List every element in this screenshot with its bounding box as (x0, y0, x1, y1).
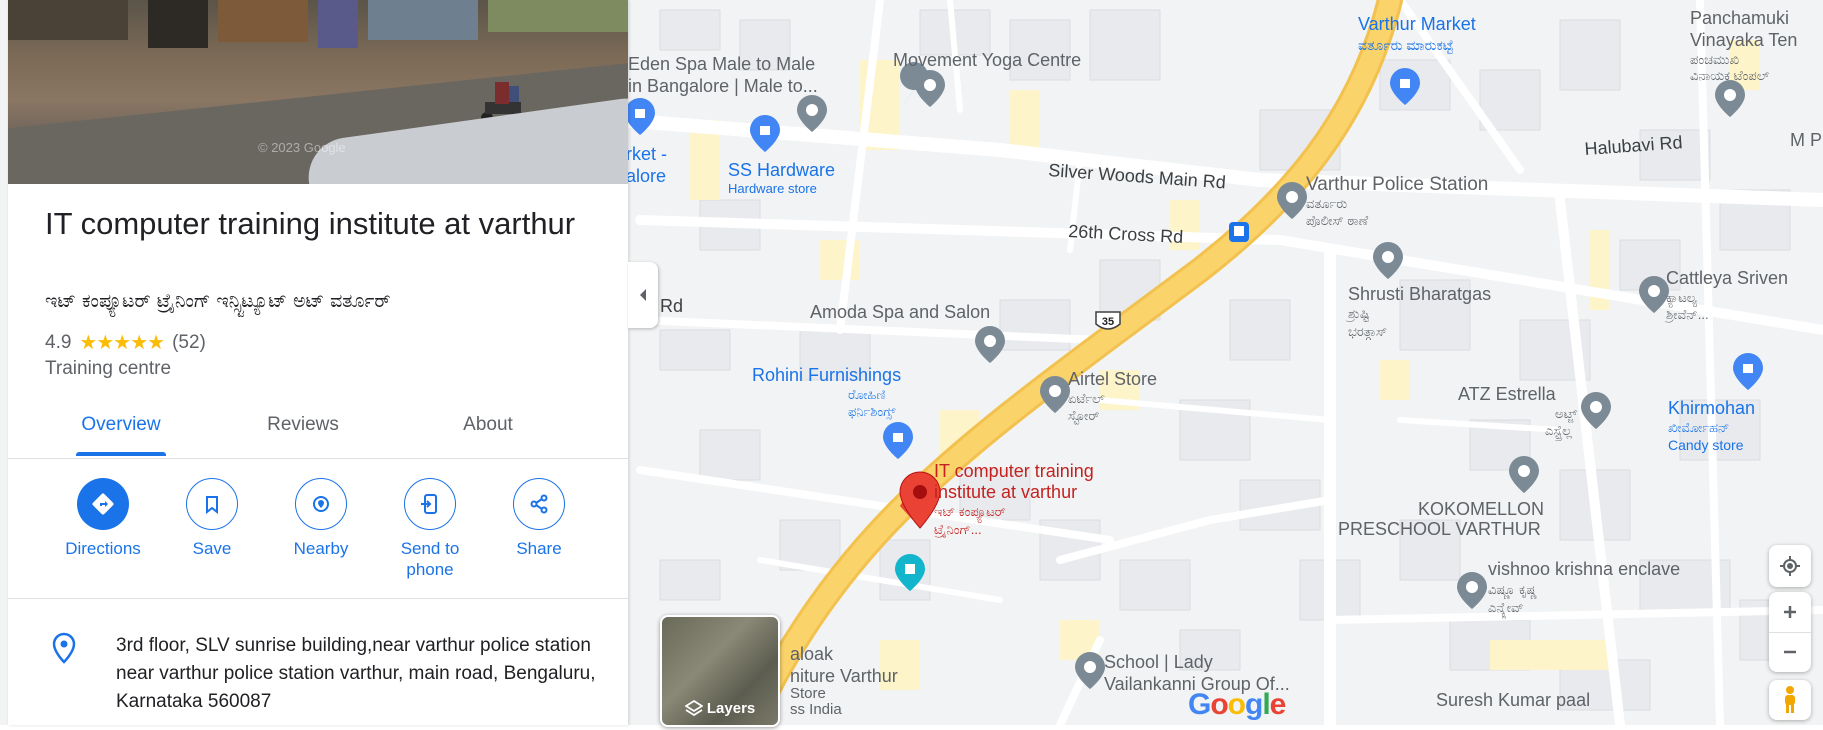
rating-value: 4.9 (45, 331, 72, 353)
svg-text:Khirmohan: Khirmohan (1668, 398, 1755, 418)
svg-text:institute at varthur: institute at varthur (934, 482, 1077, 502)
place-panel: © 2023 Google IT computer training insti… (8, 0, 628, 725)
send-to-phone-icon (404, 478, 456, 530)
svg-text:Candy store: Candy store (1668, 437, 1744, 453)
svg-text:Eden Spa Male to Male: Eden Spa Male to Male (628, 54, 815, 74)
svg-text:ss India: ss India (790, 701, 842, 718)
svg-text:alore: alore (626, 166, 666, 186)
svg-text:ಏರ್ಟೆಲ್: ಏರ್ಟೆಲ್ (1068, 391, 1105, 406)
pegman-icon (1785, 686, 1795, 713)
place-address[interactable]: 3rd floor, SLV sunrise building,near var… (116, 632, 596, 716)
tab-reviews[interactable]: Reviews (248, 414, 358, 436)
svg-text:ಖೀರ್ಮೋಹನ್: ಖೀರ್ಮೋಹನ್ (1668, 420, 1729, 435)
place-tabs: Overview Reviews About (8, 398, 628, 459)
place-title: IT computer training institute at varthu… (45, 206, 576, 241)
minus-icon (1784, 651, 1796, 654)
svg-text:Vinayaka Ten: Vinayaka Ten (1690, 30, 1797, 50)
svg-text:ATZ Estrella: ATZ Estrella (1458, 384, 1557, 404)
svg-text:Rohini Furnishings: Rohini Furnishings (752, 365, 901, 385)
zoom-in-button[interactable] (1769, 592, 1811, 633)
svg-text:Varthur Market: Varthur Market (1358, 14, 1476, 34)
svg-text:aloak: aloak (790, 644, 834, 664)
svg-text:ಅಟ್ಜ್: ಅಟ್ಜ್ (1555, 406, 1578, 423)
place-photo[interactable]: © 2023 Google (8, 0, 628, 184)
svg-text:M P: M P (1790, 130, 1822, 150)
send-to-phone-button[interactable]: Send to phone (380, 478, 480, 580)
google-logo: Google (1188, 688, 1286, 721)
bookmark-icon (186, 478, 238, 530)
my-location-button[interactable] (1769, 545, 1811, 587)
plus-icon (1784, 605, 1796, 618)
svg-text:ವರ್ತೂರು ಮಾರುಕಟ್ಟೆ: ವರ್ತೂರು ಮಾರುಕಟ್ಟೆ (1358, 37, 1454, 54)
directions-icon (77, 478, 129, 530)
svg-text:35: 35 (1102, 316, 1114, 328)
svg-text:ವಿನಾಯಕ ಟೆಂಪಲ್: ವಿನಾಯಕ ಟೆಂಪಲ್ (1690, 68, 1770, 83)
zoom-controls (1769, 592, 1811, 672)
share-button[interactable]: Share (489, 478, 589, 559)
svg-text:ಟ್ರೈನಿಂಗ್...: ಟ್ರೈನಿಂಗ್... (934, 522, 982, 538)
svg-text:ಸ್ಟೋರ್: ಸ್ಟೋರ್ (1068, 408, 1100, 424)
svg-text:Varthur Police Station: Varthur Police Station (1306, 174, 1488, 195)
svg-text:Hardware store: Hardware store (728, 181, 817, 196)
svg-text:ಪೊಲೀಸ್ ಠಾಣೆ: ಪೊಲೀಸ್ ಠಾಣೆ (1306, 213, 1369, 228)
svg-text:niture Varthur: niture Varthur (790, 666, 898, 686)
svg-text:Store: Store (790, 685, 826, 702)
nearby-button[interactable]: Nearby (271, 478, 371, 559)
directions-button[interactable]: Directions (53, 478, 153, 559)
svg-text:rket -: rket - (626, 144, 667, 164)
rating-row: 4.9 ★★★★★ (52) (45, 330, 206, 355)
share-icon (513, 478, 565, 530)
svg-text:vishnoo krishna enclave: vishnoo krishna enclave (1488, 559, 1680, 579)
layers-label: Layers (706, 700, 756, 717)
location-pin-icon (50, 632, 78, 669)
svg-text:Amoda Spa and Salon: Amoda Spa and Salon (810, 302, 990, 322)
road-label-rd: Rd (660, 296, 683, 316)
svg-text:Panchamuki: Panchamuki (1690, 8, 1789, 28)
svg-text:Shrusti Bharatgas: Shrusti Bharatgas (1348, 284, 1491, 304)
route-35-shield: 35 (1095, 311, 1121, 330)
save-button[interactable]: Save (162, 478, 262, 559)
svg-text:in Bangalore | Male to...: in Bangalore | Male to... (628, 76, 818, 96)
svg-text:PRESCHOOL VARTHUR: PRESCHOOL VARTHUR (1338, 519, 1541, 539)
svg-text:Airtel Store: Airtel Store (1068, 369, 1157, 389)
zoom-out-button[interactable] (1769, 633, 1811, 673)
svg-text:ರೋಹಿಣಿ: ರೋಹಿಣಿ (848, 387, 886, 402)
chevron-left-icon (640, 289, 646, 301)
svg-text:ಶ್ರುಷ್ಟಿ: ಶ್ರುಷ್ಟಿ (1345, 306, 1370, 322)
svg-text:Suresh Kumar paal: Suresh Kumar paal (1436, 690, 1590, 710)
svg-text:ಫರ್ನಿಶಿಂಗ್ಸ್: ಫರ್ನಿಶಿಂಗ್ಸ್ (848, 404, 896, 420)
svg-text:ಪಂಚಮುಖಿ: ಪಂಚಮುಖಿ (1690, 52, 1739, 67)
nearby-icon (295, 478, 347, 530)
svg-text:ವರ್ತೂರು: ವರ್ತೂರು (1306, 196, 1347, 211)
active-tab-indicator (76, 452, 166, 456)
svg-text:ವಿಷ್ಣೂ ಕೃಷ್ಣ: ವಿಷ್ಣೂ ಕೃಷ್ಣ (1488, 582, 1537, 599)
place-local-name: ಇಟ್ ಕಂಪ್ಯೂಟರ್ ಟ್ರೈನಿಂಗ್ ಇನ್ಸ್ಟಿಟ್ಯೂಟ್ ಅಟ… (45, 290, 391, 312)
svg-text:Cattleya Sriven: Cattleya Sriven (1666, 268, 1788, 288)
collapse-panel-button[interactable] (628, 262, 658, 328)
svg-text:IT computer training: IT computer training (934, 461, 1094, 481)
svg-text:ಭರತ್ಗಾಸ್: ಭರತ್ಗಾಸ್ (1348, 324, 1387, 340)
svg-text:ಶ್ರೀವೆನ್...: ಶ್ರೀವೆನ್... (1664, 307, 1709, 323)
tab-about[interactable]: About (438, 414, 538, 436)
street-view-pegman[interactable] (1769, 680, 1811, 720)
my-location-icon (1780, 556, 1800, 576)
action-bar: Directions Save Nearby Send to phone Sha… (8, 478, 628, 599)
svg-text:School | Lady: School | Lady (1104, 652, 1213, 672)
layers-button[interactable]: Layers (660, 615, 780, 727)
photo-watermark: © 2023 Google (258, 140, 346, 155)
star-rating: ★★★★★ (79, 332, 165, 354)
svg-text:Movement Yoga Centre: Movement Yoga Centre (893, 50, 1081, 70)
review-count[interactable]: (52) (172, 332, 206, 354)
tab-overview[interactable]: Overview (66, 414, 176, 436)
place-category[interactable]: Training centre (45, 358, 171, 380)
svg-text:SS Hardware: SS Hardware (728, 160, 835, 180)
layers-icon (684, 699, 704, 717)
svg-text:KOKOMELLON: KOKOMELLON (1418, 499, 1544, 519)
